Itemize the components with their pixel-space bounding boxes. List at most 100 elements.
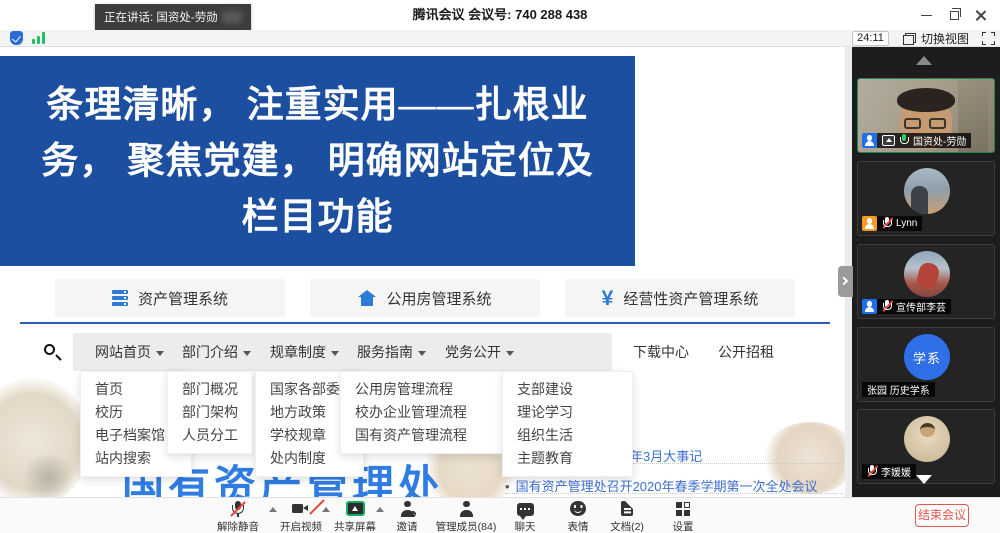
participant-name: 国资处-劳勋 xyxy=(913,133,966,148)
invite-icon: + xyxy=(399,501,415,517)
menu-item[interactable]: 主题教育 xyxy=(503,447,632,470)
member-badge-icon xyxy=(862,299,877,314)
members-icon xyxy=(458,501,474,517)
menu-item[interactable]: 国有资产管理流程 xyxy=(341,424,504,447)
nav-item-home[interactable]: 网站首页 xyxy=(95,333,164,371)
flower-photo-fragment xyxy=(18,455,78,497)
chat-icon xyxy=(517,503,534,516)
chevron-down-icon xyxy=(243,351,251,356)
system-button-label: 资产管理系统 xyxy=(138,288,228,309)
participant-name: 宣传部李芸 xyxy=(896,299,946,314)
video-tile[interactable]: 李媛媛 xyxy=(857,409,995,484)
tool-label: 文档(2) xyxy=(610,519,644,533)
meeting-control-bar: 24:11 切换视图 xyxy=(0,30,1000,47)
switch-view-icon xyxy=(903,33,916,45)
nav-label: 服务指南 xyxy=(357,342,413,362)
mic-muted-icon xyxy=(867,465,877,478)
maximize-button[interactable] xyxy=(940,0,968,30)
settings-button[interactable]: 设置 xyxy=(659,500,707,533)
tool-label: 表情 xyxy=(568,519,589,533)
meeting-timer: 24:11 xyxy=(852,31,889,46)
fullscreen-button[interactable] xyxy=(982,32,995,45)
chevron-down-icon xyxy=(506,351,514,356)
video-tile-active-speaker[interactable]: 国资处-劳勋 xyxy=(857,78,995,153)
end-meeting-button[interactable]: 结束会议 xyxy=(915,504,969,527)
close-icon xyxy=(975,10,986,21)
minimize-button[interactable] xyxy=(912,0,940,30)
asset-system-button[interactable]: 资产管理系统 xyxy=(55,279,285,317)
tool-label: 开启视频 xyxy=(280,519,322,533)
participants-sidebar: 国资处-劳勋 Lynn 宣传部李芸 xyxy=(852,47,1000,497)
mic-muted-icon xyxy=(882,300,892,313)
avatar-initials: 学系 xyxy=(904,334,950,380)
menu-item[interactable]: 组织生活 xyxy=(503,424,632,447)
participant-name-tag: Lynn xyxy=(877,216,922,231)
news-divider xyxy=(633,463,843,464)
meeting-toolbar: 解除静音 开启视频 共享屏幕 + 邀请 管理成员(84) 聊天 表情 xyxy=(0,497,1000,533)
menu-item[interactable]: 校办企业管理流程 xyxy=(341,401,504,424)
dropdown-department: 部门概况 部门架构 人员分工 xyxy=(167,371,253,454)
nav-label: 党务公开 xyxy=(445,342,501,362)
avatar xyxy=(904,251,950,297)
menu-item[interactable]: 部门架构 xyxy=(168,401,252,424)
scroll-up-arrow[interactable] xyxy=(916,56,932,65)
close-button[interactable] xyxy=(966,0,994,30)
avatar xyxy=(904,168,950,214)
documents-button[interactable]: 文档(2) xyxy=(601,500,653,533)
camera-off-icon xyxy=(292,501,309,517)
mic-muted-icon xyxy=(882,217,892,230)
menu-item[interactable]: 理论学习 xyxy=(503,401,632,424)
emoji-button[interactable]: 表情 xyxy=(554,500,602,533)
nav-item-party-affairs[interactable]: 党务公开 xyxy=(445,333,514,371)
tool-label: 邀请 xyxy=(397,519,418,533)
server-icon xyxy=(112,290,128,306)
nav-item-service-guide[interactable]: 服务指南 xyxy=(357,333,426,371)
network-signal-icon[interactable] xyxy=(32,32,48,44)
security-shield-icon[interactable] xyxy=(10,31,23,45)
site-navbar: 网站首页 部门介绍 规章制度 服务指南 党务公开 下载中心 公开招租 xyxy=(0,333,845,371)
unmute-button[interactable]: 解除静音 xyxy=(208,500,268,533)
chat-button[interactable]: 聊天 xyxy=(501,500,549,533)
switch-view-button[interactable]: 切换视图 xyxy=(903,30,969,47)
tool-label: 设置 xyxy=(673,519,694,533)
menu-item[interactable]: 公用房管理流程 xyxy=(341,378,504,401)
emoji-icon xyxy=(570,501,586,517)
menu-item[interactable]: 部门概况 xyxy=(168,378,252,401)
menu-item[interactable]: 支部建设 xyxy=(503,378,632,401)
video-tile[interactable]: Lynn xyxy=(857,161,995,236)
scroll-down-arrow[interactable] xyxy=(916,475,932,484)
menu-item[interactable]: 人员分工 xyxy=(168,424,252,447)
start-video-button[interactable]: 开启视频 xyxy=(271,500,331,533)
chevron-down-icon xyxy=(418,351,426,356)
share-screen-button[interactable]: 共享屏幕 xyxy=(327,500,383,533)
chevron-down-icon xyxy=(156,351,164,356)
avatar xyxy=(904,416,950,462)
public-housing-system-button[interactable]: 公用房管理系统 xyxy=(310,279,540,317)
tool-label: 共享屏幕 xyxy=(334,519,376,533)
tool-label: 管理成员(84) xyxy=(436,519,497,533)
member-badge-icon xyxy=(862,216,877,231)
nav-item-department[interactable]: 部门介绍 xyxy=(182,333,251,371)
video-tile[interactable]: 宣传部李芸 xyxy=(857,244,995,319)
video-tile[interactable]: 学系 张园 历史学系 xyxy=(857,327,995,402)
speaking-tooltip-text: 正在讲话: 国资处-劳勋 xyxy=(104,9,218,25)
news-divider xyxy=(505,493,843,494)
tencent-meeting-window: 腾讯会议 会议号: 740 288 438 正在讲话: 国资处-劳勋 24:11… xyxy=(0,0,1000,533)
nav-label: 网站首页 xyxy=(95,342,151,362)
nav-item-public-leasing[interactable]: 公开招租 xyxy=(718,333,774,371)
slide-banner: 条理清晰， 注重实用——扎根业务， 聚焦党建， 明确网站定位及栏目功能 xyxy=(0,56,635,266)
mic-muted-icon xyxy=(230,501,246,517)
bullet: • xyxy=(505,479,510,494)
nav-divider-line xyxy=(20,322,830,324)
nav-item-download-center[interactable]: 下载中心 xyxy=(633,333,689,371)
invite-button[interactable]: + 邀请 xyxy=(383,500,431,533)
participant-name: 李媛媛 xyxy=(881,464,911,479)
tool-label: 解除静音 xyxy=(217,519,259,533)
manage-members-button[interactable]: 管理成员(84) xyxy=(426,500,506,533)
nav-item-regulations[interactable]: 规章制度 xyxy=(270,333,339,371)
commercial-asset-system-button[interactable]: ¥ 经营性资产管理系统 xyxy=(565,279,795,317)
shared-screen: 条理清晰， 注重实用——扎根业务， 聚焦党建， 明确网站定位及栏目功能 资产管理… xyxy=(0,47,845,497)
sidebar-collapse-handle[interactable] xyxy=(838,266,853,297)
nav-label: 下载中心 xyxy=(633,342,689,362)
screen-share-icon xyxy=(346,501,365,516)
